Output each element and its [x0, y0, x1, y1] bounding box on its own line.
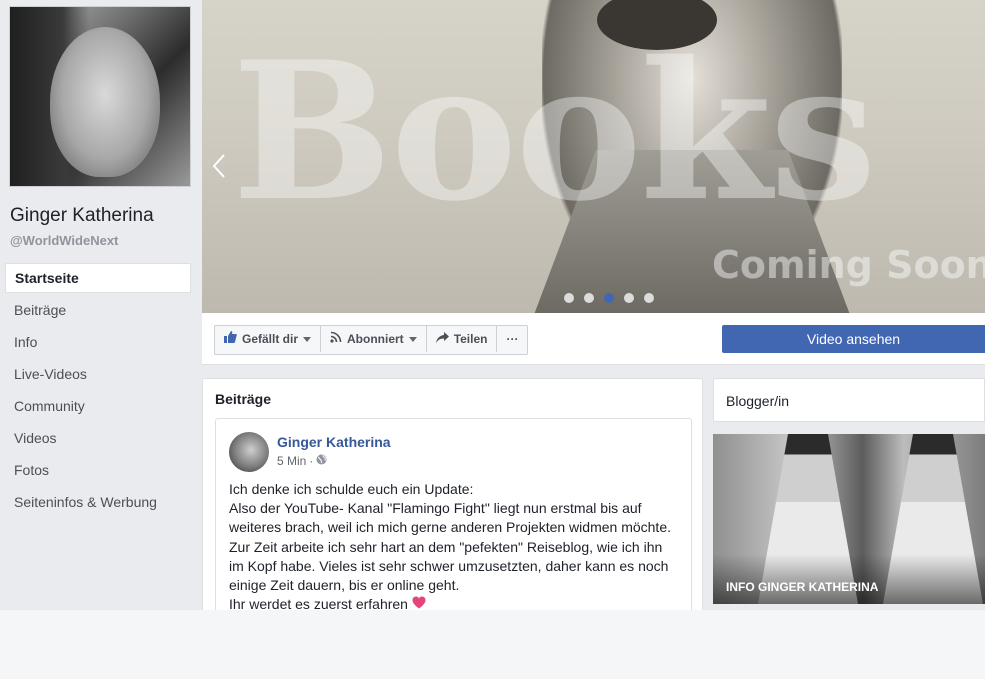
post-text-line: Zur Zeit arbeite ich sehr hart an dem "p…	[229, 538, 669, 594]
post-text-line: Ich denke ich schulde euch ein Update:	[229, 481, 474, 497]
cover-photo[interactable]: Books Coming Soon	[202, 0, 985, 313]
chevron-down-icon	[408, 336, 417, 342]
chevron-left-icon[interactable]	[212, 150, 232, 190]
post-timestamp[interactable]: 5 Min	[277, 454, 306, 468]
rss-icon	[330, 326, 342, 352]
bottom-blank-area	[0, 610, 985, 679]
nav-item-info[interactable]: Info	[5, 327, 191, 357]
nav-item-seiteninfos-werbung[interactable]: Seiteninfos & Werbung	[5, 487, 191, 517]
nav-item-beitraege[interactable]: Beiträge	[5, 295, 191, 325]
post-author-avatar[interactable]	[229, 432, 269, 472]
page-category[interactable]: Blogger/in	[726, 393, 789, 409]
posts-card: Beiträge Ginger Katherina 5 Min · Ich de…	[202, 378, 703, 638]
category-card: Blogger/in	[713, 378, 985, 422]
post-meta: 5 Min ·	[277, 454, 327, 468]
posts-section-title[interactable]: Beiträge	[215, 391, 271, 407]
subscribe-button-label: Abonniert	[347, 332, 404, 346]
carousel-dot[interactable]	[624, 293, 634, 303]
carousel-dot-active[interactable]	[604, 293, 614, 303]
carousel-dot[interactable]	[584, 293, 594, 303]
share-button-label: Teilen	[453, 332, 488, 346]
cover-subheadline: Coming Soon	[712, 243, 985, 287]
thumbs-up-icon	[224, 326, 237, 352]
page-action-bar: Gefällt dir Abonniert Teilen ··· Video a…	[202, 313, 985, 365]
page-name[interactable]: Ginger Katherina	[10, 205, 154, 227]
post: Ginger Katherina 5 Min · Ich denke ich s…	[215, 418, 692, 638]
info-photo-shade	[713, 554, 985, 604]
action-button-group: Gefällt dir Abonniert Teilen ···	[214, 325, 529, 355]
side-navigation: Startseite Beiträge Info Live-Videos Com…	[5, 263, 191, 519]
page-handle[interactable]: @WorldWideNext	[10, 233, 118, 248]
subscribe-button[interactable]: Abonniert	[321, 326, 427, 352]
nav-item-startseite[interactable]: Startseite	[5, 263, 191, 293]
share-arrow-icon	[435, 326, 449, 352]
post-text-line: Also der YouTube- Kanal "Flamingo Fight"…	[229, 500, 671, 536]
meta-separator: ·	[309, 454, 314, 468]
post-body: Ich denke ich schulde euch ein Update: A…	[229, 480, 679, 614]
more-options-button[interactable]: ···	[497, 326, 527, 352]
post-author-name[interactable]: Ginger Katherina	[277, 434, 391, 450]
carousel-dot[interactable]	[564, 293, 574, 303]
info-card-label[interactable]: INFO GINGER KATHERINA	[726, 580, 878, 594]
carousel-indicators	[564, 293, 654, 303]
globe-icon[interactable]	[316, 454, 327, 468]
info-photo-card[interactable]: INFO GINGER KATHERINA	[713, 434, 985, 604]
nav-item-community[interactable]: Community	[5, 391, 191, 421]
more-dots-icon: ···	[506, 332, 519, 346]
profile-face-shape	[50, 27, 160, 177]
nav-item-live-videos[interactable]: Live-Videos	[5, 359, 191, 389]
share-button[interactable]: Teilen	[427, 326, 498, 352]
like-button[interactable]: Gefällt dir	[215, 326, 322, 352]
chevron-down-icon	[303, 336, 312, 342]
nav-item-fotos[interactable]: Fotos	[5, 455, 191, 485]
cover-headline: Books	[232, 20, 877, 243]
profile-picture[interactable]	[9, 6, 191, 187]
watch-video-button[interactable]: Video ansehen	[722, 325, 985, 353]
nav-item-videos[interactable]: Videos	[5, 423, 191, 453]
carousel-dot[interactable]	[644, 293, 654, 303]
like-button-label: Gefällt dir	[242, 332, 299, 346]
